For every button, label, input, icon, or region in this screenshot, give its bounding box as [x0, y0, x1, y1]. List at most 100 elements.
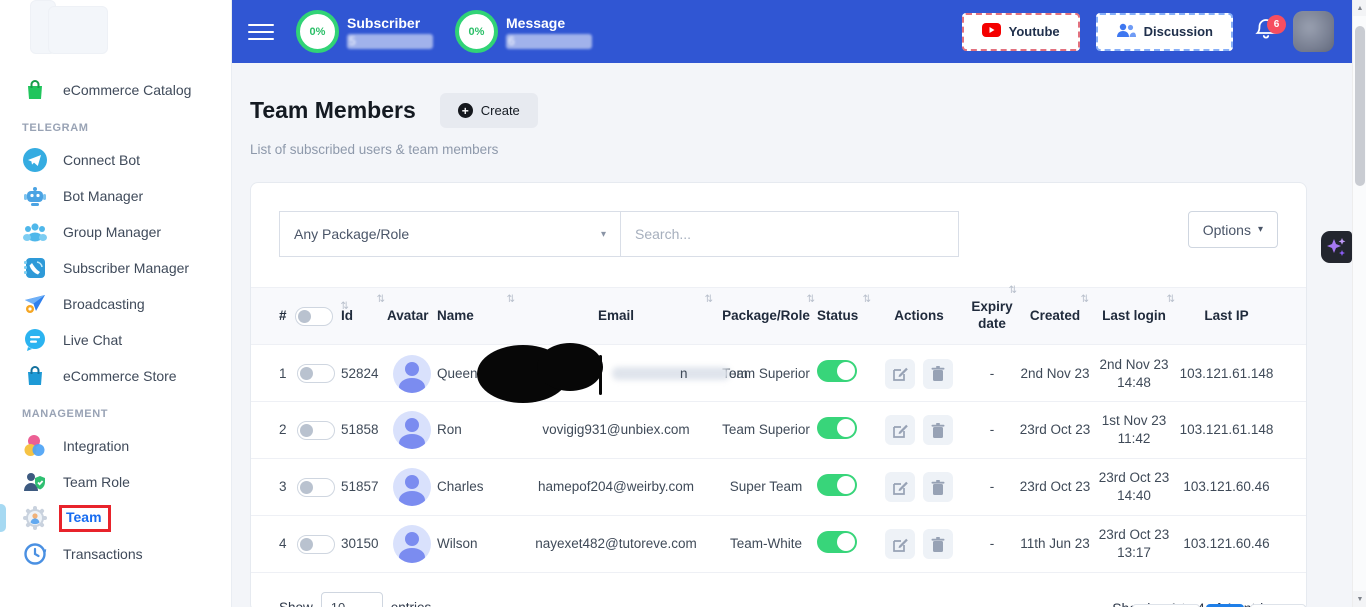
table-footer: Show 10 ⌄ entries Showing 1 to 4 of 4 en… — [279, 592, 1278, 607]
sidebar-section-management: MANAGEMENT — [0, 394, 231, 428]
select-all-toggle[interactable] — [295, 307, 333, 326]
scrollbar-up-arrow[interactable]: ▲ — [1353, 0, 1366, 16]
telegram-plane-icon — [22, 147, 48, 173]
chevron-down-icon: ⌄ — [365, 602, 373, 607]
column-header-status: Status⇅ — [817, 308, 873, 325]
edit-button[interactable] — [885, 359, 915, 389]
annotation-red-box: Team — [59, 505, 111, 532]
edit-pencil-icon — [893, 366, 908, 381]
sidebar-menu: eCommerce Catalog TELEGRAM Connect Bot B… — [0, 64, 231, 572]
sort-icon[interactable]: ⇅ — [807, 294, 815, 307]
sort-icon[interactable]: ⇅ — [705, 294, 713, 307]
sidebar-item-bot-manager[interactable]: Bot Manager — [0, 178, 231, 214]
expiry-cell: - — [965, 535, 1019, 553]
expiry-cell: - — [965, 365, 1019, 383]
row-number: 3 — [279, 478, 287, 496]
row-select-toggle[interactable] — [297, 535, 335, 554]
scrollbar-down-arrow[interactable]: ▼ — [1353, 591, 1366, 607]
sidebar-item-connect-bot[interactable]: Connect Bot — [0, 142, 231, 178]
sidebar-item-label: eCommerce Store — [63, 368, 177, 384]
trash-icon — [931, 423, 945, 438]
ai-assistant-button[interactable] — [1321, 231, 1352, 263]
sidebar: eCommerce Catalog TELEGRAM Connect Bot B… — [0, 0, 232, 607]
edit-button[interactable] — [885, 472, 915, 502]
options-button[interactable]: Options ▾ — [1188, 211, 1278, 248]
create-button[interactable]: + Create — [440, 93, 538, 128]
status-toggle-on[interactable] — [817, 531, 857, 553]
sidebar-item-broadcasting[interactable]: Broadcasting — [0, 286, 231, 322]
email-cell: nayexet482@tutoreve.com — [517, 535, 715, 553]
sort-icon[interactable]: ⇅ — [863, 294, 871, 307]
column-header-email: Email⇅ — [517, 308, 715, 325]
sidebar-item-label: Broadcasting — [63, 296, 145, 312]
sidebar-item-team-role[interactable]: Team Role — [0, 464, 231, 500]
delete-button[interactable] — [923, 529, 953, 559]
status-toggle-on[interactable] — [817, 474, 857, 496]
sort-icon[interactable]: ⇅ — [377, 294, 385, 307]
youtube-button-label: Youtube — [1009, 24, 1060, 39]
plus-circle-icon: + — [458, 103, 473, 118]
discussion-button[interactable]: Discussion — [1096, 13, 1233, 51]
status-toggle-on[interactable] — [817, 360, 857, 382]
package-role-select[interactable]: Any Package/Role ▾ — [279, 211, 621, 257]
avatar-blurred-image — [1293, 11, 1334, 52]
sidebar-item-live-chat[interactable]: Live Chat — [0, 322, 231, 358]
delete-button[interactable] — [923, 359, 953, 389]
sort-icon[interactable]: ⇅ — [1167, 294, 1175, 307]
youtube-button[interactable]: Youtube — [962, 13, 1080, 51]
last-ip-cell: 103.121.60.46 — [1177, 535, 1276, 553]
delete-button[interactable] — [923, 415, 953, 445]
status-toggle-on[interactable] — [817, 417, 857, 439]
member-avatar — [393, 411, 431, 449]
subscriber-stat-label: Subscriber — [347, 15, 433, 31]
sidebar-item-label: Group Manager — [63, 224, 161, 240]
edit-button[interactable] — [885, 529, 915, 559]
search-input[interactable] — [621, 211, 959, 257]
sidebar-item-ecommerce-catalog[interactable]: eCommerce Catalog — [0, 72, 231, 108]
email-fragment: n — [680, 365, 688, 383]
created-cell: 2nd Nov 23 — [1019, 365, 1091, 383]
sidebar-item-label: eCommerce Catalog — [63, 82, 191, 98]
transactions-clock-icon — [22, 541, 48, 567]
table-header-row: # ⇅ Id⇅ Avatar Name⇅ Email⇅ Package/Role… — [251, 287, 1306, 345]
gear-person-icon — [22, 505, 48, 531]
email-cell: vovigig931@unbiex.com — [517, 421, 715, 439]
main-content: Team Members + Create List of subscribed… — [232, 63, 1352, 607]
person-shield-icon — [22, 469, 48, 495]
hamburger-menu-icon[interactable] — [248, 19, 274, 45]
sidebar-item-subscriber-manager[interactable]: Subscriber Manager — [0, 250, 231, 286]
sidebar-item-label: Bot Manager — [63, 188, 143, 204]
user-avatar[interactable] — [1293, 11, 1334, 52]
name-cell: Charles — [437, 478, 517, 496]
notification-count-badge: 6 — [1267, 15, 1286, 34]
sidebar-item-ecommerce-store[interactable]: eCommerce Store — [0, 358, 231, 394]
column-header-num: # — [279, 308, 287, 325]
sort-icon[interactable]: ⇅ — [507, 294, 515, 307]
row-select-toggle[interactable] — [297, 421, 335, 440]
row-select-toggle[interactable] — [297, 364, 335, 383]
sidebar-item-team[interactable]: Team — [0, 500, 231, 536]
sidebar-item-group-manager[interactable]: Group Manager — [0, 214, 231, 250]
message-stat-value-redacted: 6 — [506, 34, 592, 49]
sort-icon[interactable]: ⇅ — [1009, 285, 1017, 298]
sidebar-item-label: Team — [66, 509, 102, 525]
page-size-select[interactable]: 10 ⌄ — [321, 592, 383, 607]
message-progress-ring: 0% — [455, 10, 498, 53]
black-scribble-redaction — [475, 343, 620, 403]
row-select-toggle[interactable] — [297, 478, 335, 497]
delete-button[interactable] — [923, 472, 953, 502]
edit-button[interactable] — [885, 415, 915, 445]
vertical-scrollbar[interactable]: ▲ ▼ — [1352, 0, 1366, 607]
sidebar-item-transactions[interactable]: Transactions — [0, 536, 231, 572]
notifications-bell[interactable]: 6 — [1255, 17, 1277, 46]
subscriber-progress-ring: 0% — [296, 10, 339, 53]
sidebar-item-integration[interactable]: Integration — [0, 428, 231, 464]
chat-bubble-icon — [22, 327, 48, 353]
options-button-label: Options — [1203, 222, 1251, 238]
package-cell: Team Superior — [715, 421, 817, 439]
name-cell: Ron — [437, 421, 517, 439]
entries-label: entries — [391, 600, 432, 607]
scrollbar-thumb[interactable] — [1355, 26, 1365, 186]
sort-icon[interactable]: ⇅ — [1081, 294, 1089, 307]
member-avatar — [393, 525, 431, 563]
